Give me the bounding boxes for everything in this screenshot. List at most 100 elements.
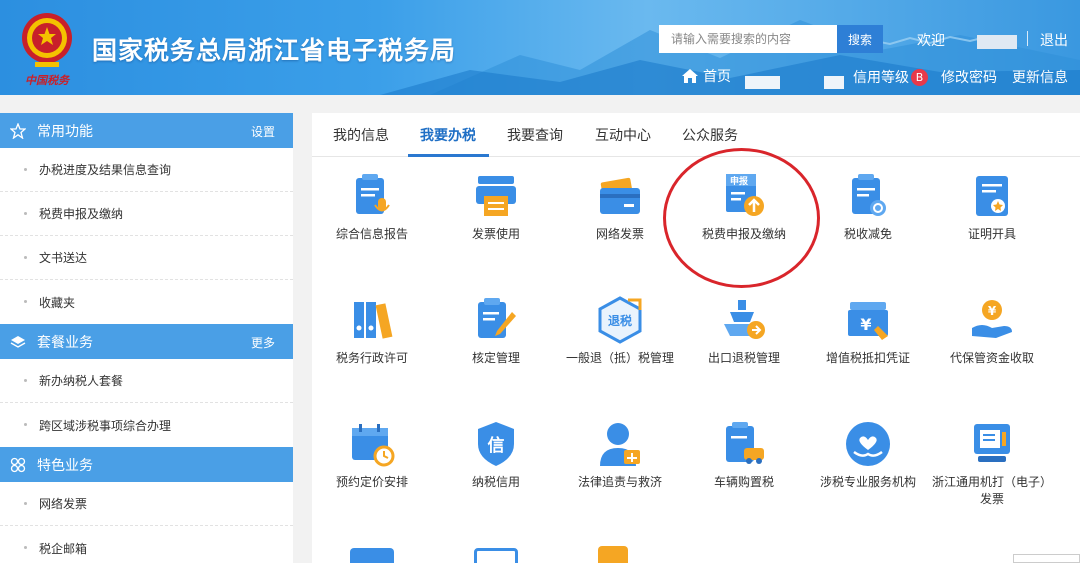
service-row4-partial-1[interactable] <box>350 544 394 563</box>
settings-link[interactable]: 设置 <box>251 123 275 140</box>
service-heart-icon <box>846 422 890 466</box>
certificate-icon <box>976 176 1008 216</box>
lawyer-scale-icon <box>600 423 640 466</box>
yen-voucher-icon: ¥ <box>848 302 888 340</box>
service-export-refund[interactable]: 出口退税管理 <box>684 296 804 367</box>
service-advance-pricing[interactable]: 预约定价安排 <box>312 420 432 491</box>
svg-text:信: 信 <box>488 435 505 456</box>
change-password-link[interactable]: 修改密码 <box>941 67 997 87</box>
service-label: 车辆购置税 <box>713 475 774 489</box>
service-general-refund[interactable]: 退税 一般退（抵）税管理 <box>560 296 680 367</box>
username-redacted <box>977 35 1017 49</box>
svg-text:退税: 退税 <box>608 313 632 328</box>
sidebar-item-new-taxpayer-package[interactable]: 新办纳税人套餐 <box>0 359 293 403</box>
redacted-block-2 <box>824 76 844 89</box>
home-label: 首页 <box>703 69 731 85</box>
calendar-clock-icon <box>352 424 395 467</box>
declare-upload-icon: 申报 <box>726 174 764 216</box>
service-label: 税费申报及缴纳 <box>701 227 786 241</box>
section-title: 特色业务 <box>37 457 93 474</box>
more-link[interactable]: 更多 <box>251 334 275 351</box>
section-title: 套餐业务 <box>37 334 93 351</box>
sidebar-item-cross-region[interactable]: 跨区域涉税事项综合办理 <box>0 403 293 447</box>
layers-icon <box>10 335 26 348</box>
service-admin-license[interactable]: 税务行政许可 <box>312 296 432 367</box>
credit-level[interactable]: 信用等级 B <box>853 67 928 87</box>
sidebar-section-common[interactable]: 常用功能 设置 <box>0 113 293 148</box>
home-icon <box>682 69 698 83</box>
tab-interaction[interactable]: 互动中心 <box>595 125 651 145</box>
partial-icon <box>474 548 518 563</box>
service-label: 纳税信用 <box>471 475 520 489</box>
service-network-invoice[interactable]: 网络发票 <box>560 172 680 243</box>
service-tax-agency[interactable]: 涉税专业服务机构 <box>808 420 928 491</box>
scrollbar-corner[interactable] <box>1013 554 1080 563</box>
svg-text:¥: ¥ <box>988 304 997 318</box>
sidebar-item-favorites[interactable]: 收藏夹 <box>0 280 293 324</box>
partial-icon <box>598 546 628 563</box>
credit-label: 信用等级 <box>853 70 909 86</box>
clipboard-pen-icon <box>478 298 516 338</box>
star-icon <box>10 122 26 139</box>
redacted-block-1 <box>745 76 780 89</box>
service-label: 一般退（抵）税管理 <box>565 351 674 365</box>
tax-relief-icon <box>852 174 886 216</box>
tax-emblem-logo: 中国税务 <box>22 13 72 87</box>
tab-my-info[interactable]: 我的信息 <box>333 125 389 145</box>
site-title: 国家税务总局浙江省电子税务局 <box>92 36 457 65</box>
service-comprehensive-report[interactable]: 综合信息报告 <box>312 172 432 243</box>
machine-invoice-icon <box>974 424 1010 462</box>
service-vat-deduction[interactable]: ¥ 增值税抵扣凭证 <box>808 296 928 367</box>
service-row4-partial-2[interactable] <box>474 544 518 563</box>
sidebar: 常用功能 设置 办税进度及结果信息查询 税费申报及缴纳 文书送达 收藏夹 套餐业… <box>0 113 293 563</box>
tab-handle-tax[interactable]: 我要办税 <box>420 125 476 145</box>
sidebar-item-tax-mailbox[interactable]: 税企邮箱 <box>0 526 293 563</box>
service-tax-declare-pay[interactable]: 申报 税费申报及缴纳 <box>684 172 804 243</box>
sidebar-section-special[interactable]: 特色业务 <box>0 447 293 482</box>
sidebar-item-tax-declare[interactable]: 税费申报及缴纳 <box>0 192 293 236</box>
binders-icon <box>354 302 393 339</box>
service-legal-remedy[interactable]: 法律追责与救济 <box>560 420 680 491</box>
home-link[interactable]: 首页 <box>681 66 731 86</box>
service-label: 代保管资金收取 <box>949 351 1034 365</box>
service-zhejiang-machine-invoice[interactable]: 浙江通用机打（电子）发票 <box>932 420 1052 508</box>
active-tab-indicator <box>408 154 489 157</box>
search-input[interactable] <box>659 25 837 53</box>
logout-link[interactable]: 退出 <box>1040 30 1068 50</box>
header-divider <box>1027 31 1028 46</box>
service-row4-partial-3[interactable] <box>598 544 642 563</box>
update-info-link[interactable]: 更新信息 <box>1012 67 1068 87</box>
sidebar-item-network-invoice[interactable]: 网络发票 <box>0 482 293 526</box>
service-vehicle-purchase-tax[interactable]: 车辆购置税 <box>684 420 804 491</box>
sidebar-item-progress-query[interactable]: 办税进度及结果信息查询 <box>0 148 293 192</box>
service-label: 网络发票 <box>595 227 644 241</box>
ship-icon <box>724 300 765 339</box>
service-invoice-usage[interactable]: 发票使用 <box>436 172 556 243</box>
sidebar-section-package[interactable]: 套餐业务 更多 <box>0 324 293 359</box>
service-label: 涉税专业服务机构 <box>819 475 916 489</box>
service-verification-mgmt[interactable]: 核定管理 <box>436 296 556 367</box>
printer-icon <box>476 176 516 216</box>
partial-icon <box>350 548 394 563</box>
tab-bar: 我的信息 我要办税 我要查询 互动中心 公众服务 <box>312 113 1080 157</box>
service-label: 增值税抵扣凭证 <box>825 351 910 365</box>
svg-text:申报: 申报 <box>730 175 748 187</box>
service-custody-funds[interactable]: ¥ 代保管资金收取 <box>932 296 1052 367</box>
tab-public-service[interactable]: 公众服务 <box>682 125 738 145</box>
service-label: 出口退税管理 <box>707 351 780 365</box>
service-certificate-issue[interactable]: 证明开具 <box>932 172 1052 243</box>
report-mic-icon <box>356 174 390 214</box>
service-tax-relief[interactable]: 税收减免 <box>808 172 928 243</box>
service-label: 税务行政许可 <box>335 351 408 365</box>
hand-coin-icon: ¥ <box>972 300 1012 338</box>
tab-query[interactable]: 我要查询 <box>507 125 563 145</box>
sidebar-item-document-delivery[interactable]: 文书送达 <box>0 236 293 280</box>
car-doc-icon <box>726 422 764 464</box>
svg-text:¥: ¥ <box>860 315 871 334</box>
svg-text:中国税务: 中国税务 <box>25 74 71 87</box>
service-label: 综合信息报告 <box>335 227 408 241</box>
site-header: 中国税务 国家税务总局浙江省电子税务局 搜索 欢迎 退出 首页 信用等级 B 修… <box>0 0 1080 95</box>
section-title: 常用功能 <box>37 123 93 140</box>
search-button[interactable]: 搜索 <box>837 25 883 53</box>
service-tax-credit[interactable]: 信 纳税信用 <box>436 420 556 491</box>
